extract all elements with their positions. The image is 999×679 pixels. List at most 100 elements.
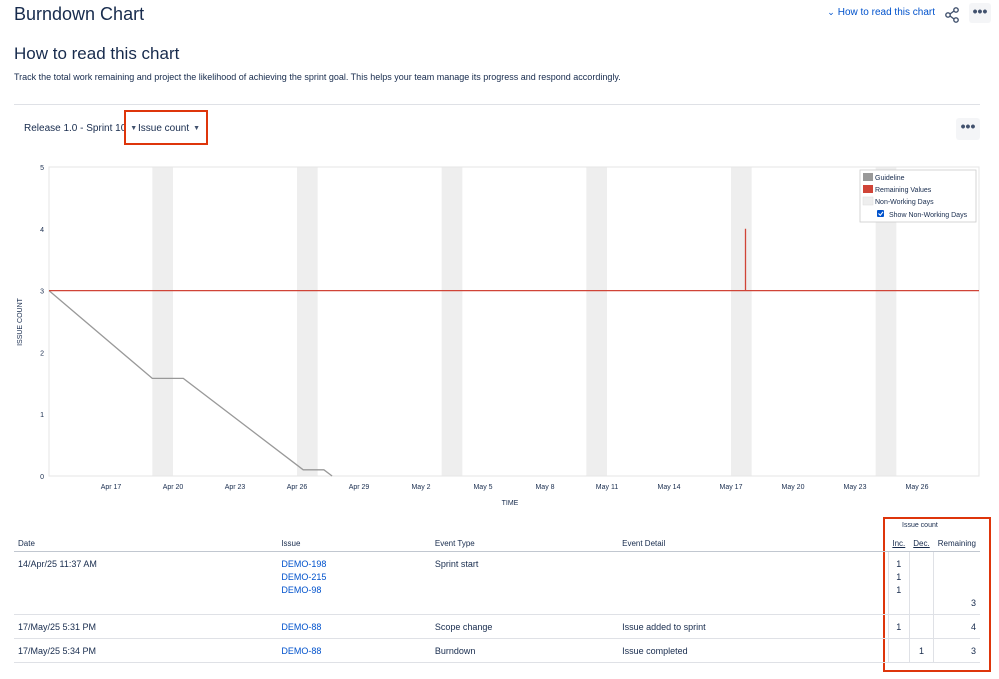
y-axis-label: ISSUE COUNT <box>17 297 24 346</box>
issue-link[interactable]: DEMO-88 <box>281 621 427 634</box>
col-remaining: Remaining <box>933 535 980 552</box>
chevron-down-icon: ⌄ <box>827 7 835 17</box>
remaining-values-series <box>49 228 979 292</box>
section-title: How to read this chart <box>14 44 180 63</box>
non-working-day-band <box>441 167 463 476</box>
inc-value: 1 <box>896 572 902 582</box>
x-tick-label: Apr 23 <box>225 484 246 491</box>
issue-link[interactable]: DEMO-198 <box>281 558 427 571</box>
cell-dec <box>908 614 934 639</box>
x-tick-label: May 2 <box>411 484 430 491</box>
caret-down-icon: ▼ <box>193 125 201 132</box>
divider <box>14 104 980 105</box>
y-tick-label: 4 <box>40 227 44 234</box>
chart-more-button[interactable]: ••• <box>956 118 980 140</box>
cell-inc: 1 1 1 <box>887 551 910 615</box>
cell-event-type: Scope change <box>430 614 619 639</box>
x-tick-label: May 17 <box>720 484 743 491</box>
x-tick-label: May 11 <box>596 484 619 491</box>
page-more-button[interactable]: ••• <box>969 3 991 23</box>
how-to-read-link[interactable]: ⌄ How to read this chart <box>827 7 935 18</box>
x-tick-label: Apr 20 <box>163 484 184 491</box>
x-tick-label: May 14 <box>658 484 681 491</box>
issue-count-group-header: Issue count <box>902 522 938 529</box>
col-issue: Issue <box>277 535 431 552</box>
sprint-select-label: Release 1.0 - Sprint 10 <box>24 123 127 134</box>
x-tick-label: May 20 <box>782 484 805 491</box>
cell-event-detail: Issue completed <box>618 638 889 663</box>
x-tick-label: May 5 <box>473 484 492 491</box>
cell-dec <box>908 551 934 615</box>
measure-select[interactable]: Issue count ▼ <box>138 123 200 134</box>
cell-issues: DEMO-198 DEMO-215 DEMO-98 <box>277 551 431 615</box>
section-description: Track the total work remaining and proje… <box>14 72 621 82</box>
cell-issues: DEMO-88 <box>277 614 431 639</box>
y-tick-label: 3 <box>40 289 44 296</box>
x-tick-label: May 26 <box>906 484 929 491</box>
events-table: Date Issue Event Type Event Detail Inc. … <box>14 535 980 663</box>
cell-date: 17/May/25 5:31 PM <box>14 614 278 639</box>
legend-label-non-working: Non-Working Days <box>875 199 934 206</box>
x-tick-label: Apr 17 <box>101 484 122 491</box>
x-tick-label: May 8 <box>535 484 554 491</box>
col-event-type: Event Type <box>430 535 619 552</box>
cell-inc: 1 <box>887 614 910 639</box>
cell-date: 14/Apr/25 11:37 AM <box>14 551 278 615</box>
remaining-value: 3 <box>970 598 976 608</box>
inc-value: 1 <box>896 585 902 595</box>
y-tick-label: 0 <box>40 474 44 481</box>
cell-event-type: Burndown <box>430 638 619 663</box>
inc-value: 1 <box>896 559 902 569</box>
y-ticks: 0 1 2 3 4 5 <box>40 165 44 481</box>
show-non-working-checkbox[interactable]: Show Non-Working Days <box>877 210 968 219</box>
share-icon[interactable] <box>943 6 961 24</box>
col-date: Date <box>14 535 278 552</box>
cell-event-type: Sprint start <box>430 551 619 615</box>
legend-label-remaining: Remaining Values <box>875 187 932 194</box>
legend: Guideline Remaining Values Non-Working D… <box>859 169 977 223</box>
table-header-row: Date Issue Event Type Event Detail Inc. … <box>14 535 980 552</box>
legend-swatch-remaining <box>863 185 873 193</box>
cell-remaining: 3 <box>933 551 980 615</box>
non-working-day-band <box>152 167 173 476</box>
x-ticks: Apr 17 Apr 20 Apr 23 Apr 26 Apr 29 May 2 May 5… <box>101 484 929 491</box>
cell-issues: DEMO-88 <box>277 638 431 663</box>
y-tick-label: 2 <box>40 350 44 357</box>
legend-swatch-guideline <box>863 173 873 181</box>
issue-link[interactable]: DEMO-98 <box>281 584 427 597</box>
issue-link[interactable]: DEMO-215 <box>281 571 427 584</box>
plot-area <box>48 166 980 477</box>
col-event-detail: Event Detail <box>618 535 889 552</box>
cell-inc <box>887 638 910 663</box>
measure-select-label: Issue count <box>138 123 190 134</box>
guideline-series <box>48 290 333 477</box>
x-tick-label: May 23 <box>844 484 867 491</box>
non-working-day-band <box>731 167 752 476</box>
cell-date: 17/May/25 5:34 PM <box>14 638 278 663</box>
y-tick-label: 1 <box>40 412 44 419</box>
inc-value: 1 <box>896 622 902 632</box>
checkbox-box[interactable] <box>877 210 884 217</box>
x-tick-label: Apr 29 <box>349 484 370 491</box>
x-tick-label: Apr 26 <box>287 484 308 491</box>
table-row: 14/Apr/25 11:37 AM DEMO-198 DEMO-215 DEM… <box>14 551 980 615</box>
x-axis-label: TIME <box>502 500 519 507</box>
burndown-chart: 0 1 2 3 4 5 Apr 17 Apr 20 Apr 23 Apr 26 Apr 29 May… <box>17 165 980 507</box>
table-row: 17/May/25 5:31 PM DEMO-88 Scope change I… <box>14 614 980 639</box>
legend-swatch-non-working <box>862 196 874 206</box>
col-inc: Inc. <box>888 535 910 552</box>
cell-dec: 1 <box>908 638 934 663</box>
non-working-day-band <box>586 167 607 476</box>
col-dec: Dec. <box>909 535 934 552</box>
cell-remaining: 3 <box>933 638 980 663</box>
table-row: 17/May/25 5:34 PM DEMO-88 Burndown Issue… <box>14 638 980 663</box>
cell-event-detail <box>618 551 889 615</box>
page-title: Burndown Chart <box>14 4 145 24</box>
cell-remaining: 4 <box>933 614 980 639</box>
issue-link[interactable]: DEMO-88 <box>281 645 427 658</box>
cell-event-detail: Issue added to sprint <box>618 614 889 639</box>
how-to-read-label: How to read this chart <box>837 7 935 18</box>
dec-value: 1 <box>918 646 924 656</box>
y-tick-label: 5 <box>40 165 44 172</box>
sprint-select[interactable]: Release 1.0 - Sprint 10 ▼ <box>24 123 137 134</box>
